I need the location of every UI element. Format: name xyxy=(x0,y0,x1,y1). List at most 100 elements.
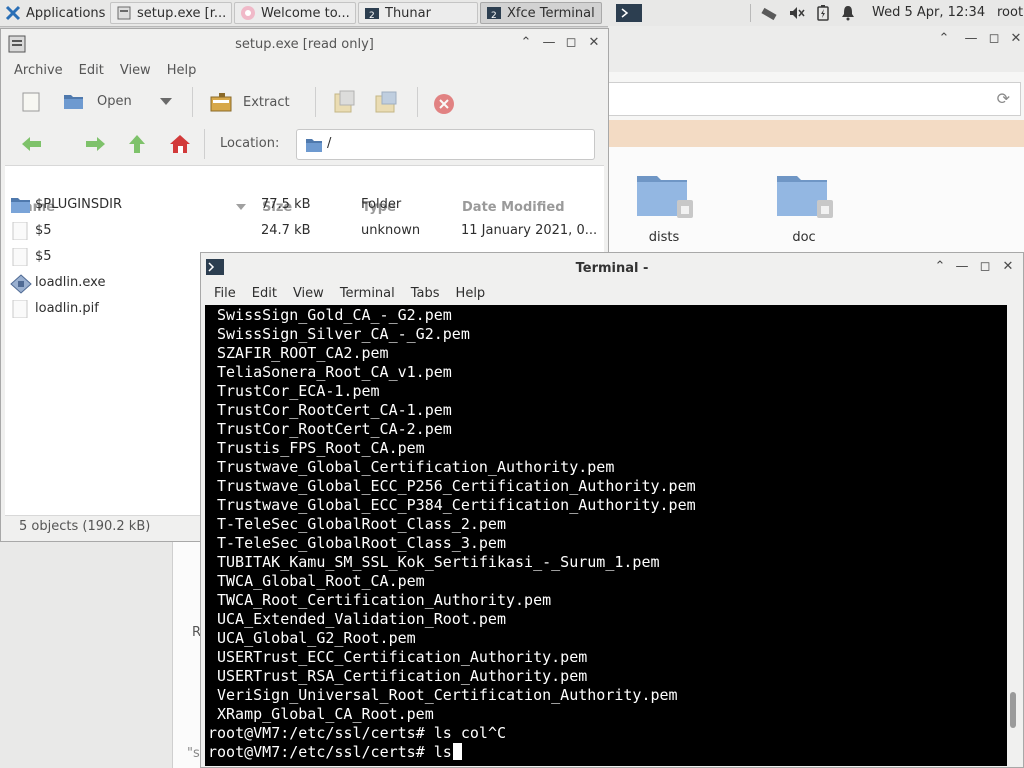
file-date: 11 January 2021, 0... xyxy=(461,222,598,238)
file-row[interactable]: $5 24.7 kB unknown 11 January 2021, 0... xyxy=(6,217,601,243)
applications-label: Applications xyxy=(26,5,106,21)
file-name: $5 xyxy=(35,248,52,264)
terminal-scrollbar[interactable] xyxy=(1007,305,1021,766)
terminal-line: UCA_Global_G2_Root.pem xyxy=(217,629,416,647)
thunar-close-icon[interactable]: ✕ xyxy=(1008,31,1024,47)
volume-muted-icon[interactable] xyxy=(788,5,806,25)
file-type: Folder xyxy=(361,196,402,212)
terminal-line: Trustwave_Global_Certification_Authority… xyxy=(217,458,615,476)
menu-view[interactable]: View xyxy=(112,63,159,78)
terminal-maximize-icon[interactable]: ◻ xyxy=(977,259,993,275)
terminal-line: T-TeleSec_GlobalRoot_Class_3.pem xyxy=(217,534,506,552)
archive-icon xyxy=(116,5,132,21)
terminal-line: Trustis_FPS_Root_CA.pem xyxy=(217,439,425,457)
toolbar-separator xyxy=(315,87,316,117)
menu-help[interactable]: Help xyxy=(448,286,494,301)
location-value: / xyxy=(327,136,332,151)
terminal-menubar: File Edit View Terminal Tabs Help xyxy=(206,282,1023,304)
clock[interactable]: Wed 5 Apr, 12:34 xyxy=(872,5,985,20)
terminal-line: UCA_Extended_Validation_Root.pem xyxy=(217,610,506,628)
archive-maximize-icon[interactable]: ◻ xyxy=(563,35,579,51)
location-field[interactable]: / xyxy=(296,129,595,160)
menu-terminal[interactable]: Terminal xyxy=(332,286,403,301)
open-button[interactable]: Open xyxy=(63,91,132,111)
open-folder-icon xyxy=(64,95,83,109)
terminal-line: USERTrust_RSA_Certification_Authority.pe… xyxy=(217,667,588,685)
folder-item[interactable]: dists xyxy=(633,166,695,245)
thunar-minimize-icon[interactable]: ⌃ xyxy=(936,31,952,47)
terminal-line: SwissSign_Silver_CA_-_G2.pem xyxy=(217,325,470,343)
extract-label: Extract xyxy=(243,94,290,110)
document-icon xyxy=(10,221,32,244)
terminal-prompt-line: root@VM7:/etc/ssl/certs# ls col^C xyxy=(208,724,507,742)
task-label: setup.exe [r... xyxy=(137,5,227,21)
menu-file[interactable]: File xyxy=(206,286,244,301)
terminal-close-icon[interactable]: ✕ xyxy=(1000,259,1016,275)
thunar-collapse-icon[interactable]: — xyxy=(963,31,979,47)
open-dropdown-icon[interactable] xyxy=(159,95,173,110)
network-icon[interactable] xyxy=(759,5,779,25)
menu-edit[interactable]: Edit xyxy=(244,286,285,301)
thunar-titlebar xyxy=(608,26,1024,72)
menu-tabs[interactable]: Tabs xyxy=(403,286,448,301)
stop-icon[interactable] xyxy=(433,93,455,119)
forward-arrow-icon[interactable] xyxy=(84,135,106,157)
terminal-collapse-icon[interactable]: — xyxy=(954,259,970,275)
reload-icon[interactable]: ⟳ xyxy=(997,89,1010,108)
workspace-switcher[interactable] xyxy=(616,4,642,22)
menu-view[interactable]: View xyxy=(285,286,332,301)
terminal-line: TWCA_Root_Certification_Authority.pem xyxy=(217,591,552,609)
new-archive-icon[interactable] xyxy=(21,91,41,117)
task-label: Welcome to... xyxy=(261,5,350,21)
svg-text:2: 2 xyxy=(491,11,497,21)
archive-close-icon[interactable]: ✕ xyxy=(586,35,602,51)
terminal-window: Terminal - ⌃ — ◻ ✕ File Edit View Termin… xyxy=(200,252,1024,768)
back-arrow-icon[interactable] xyxy=(21,135,43,157)
home-icon[interactable] xyxy=(169,133,191,159)
applications-menu-button[interactable]: Applications xyxy=(0,2,107,24)
terminal-minimize-icon[interactable]: ⌃ xyxy=(932,259,948,275)
user-menu[interactable]: root xyxy=(997,5,1023,20)
extract-button[interactable]: Extract xyxy=(209,91,290,113)
menu-help[interactable]: Help xyxy=(159,63,205,78)
toolbar-separator xyxy=(417,87,418,117)
terminal-line: TrustCor_RootCert_CA-1.pem xyxy=(217,401,452,419)
terminal-line: XRamp_Global_CA_Root.pem xyxy=(217,705,434,723)
file-row[interactable]: $PLUGINSDIR 77.5 kB Folder xyxy=(6,191,601,217)
thunar-maximize-icon[interactable]: ◻ xyxy=(986,31,1002,47)
terminal-icon: 2 xyxy=(486,5,502,21)
archive-app-icon xyxy=(7,34,29,58)
notifications-bell-icon[interactable] xyxy=(841,5,855,25)
task-thunar[interactable]: 2 Thunar xyxy=(358,2,478,24)
top-panel: Applications setup.exe [r... Welcome to.… xyxy=(0,0,1024,27)
file-name: loadlin.pif xyxy=(35,300,99,316)
terminal-output[interactable]: SwissSign_Gold_CA_-_G2.pem SwissSign_Sil… xyxy=(205,305,1007,766)
terminal-prompt-line: root@VM7:/etc/ssl/certs# ls xyxy=(208,743,462,762)
battery-icon[interactable] xyxy=(816,5,830,25)
folder-icon xyxy=(777,176,833,218)
archive-collapse-icon[interactable]: — xyxy=(541,35,557,51)
thunar-location-bar[interactable]: ⟳ xyxy=(608,82,1021,116)
terminal-current-command: root@VM7:/etc/ssl/certs# ls xyxy=(208,743,452,761)
folder-item[interactable]: doc xyxy=(773,166,835,245)
menu-edit[interactable]: Edit xyxy=(71,63,112,78)
task-terminal[interactable]: 2 Xfce Terminal xyxy=(480,2,602,24)
archive-minimize-icon[interactable]: ⌃ xyxy=(518,35,534,51)
terminal-title: Terminal - xyxy=(575,260,649,276)
task-setup-exe[interactable]: setup.exe [r... xyxy=(110,2,232,24)
file-size: 77.5 kB xyxy=(261,196,311,212)
document-icon xyxy=(10,299,32,322)
add-folder-icon[interactable] xyxy=(374,90,400,118)
terminal-scrollbar-thumb[interactable] xyxy=(1010,692,1016,728)
file-manager-icon: 2 xyxy=(364,5,380,21)
add-files-icon[interactable] xyxy=(333,90,357,118)
terminal-line: SZAFIR_ROOT_CA2.pem xyxy=(217,344,389,362)
background-partial-text: "s xyxy=(187,746,200,761)
menu-archive[interactable]: Archive xyxy=(6,63,71,78)
up-arrow-icon[interactable] xyxy=(127,134,147,158)
terminal-line: TUBITAK_Kamu_SM_SSL_Kok_Sertifikasi_-_Su… xyxy=(217,553,660,571)
folder-icon xyxy=(10,196,32,218)
task-welcome[interactable]: Welcome to... xyxy=(234,2,356,24)
file-name: $5 xyxy=(35,222,52,238)
document-icon xyxy=(10,247,32,270)
